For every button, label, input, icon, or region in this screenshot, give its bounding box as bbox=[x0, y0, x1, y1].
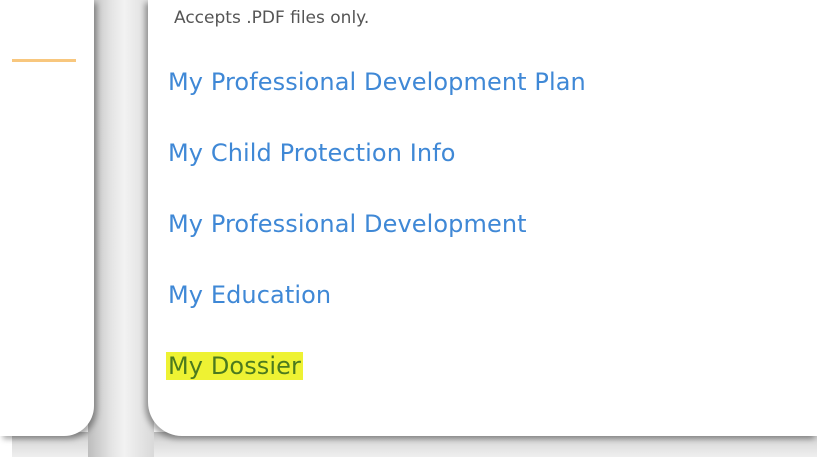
left-panel-accent-line bbox=[12, 59, 76, 62]
link-dossier[interactable]: My Dossier bbox=[166, 352, 304, 380]
link-professional-development[interactable]: My Professional Development bbox=[168, 210, 527, 238]
main-panel: Accepts .PDF files only. My Professional… bbox=[148, 0, 817, 436]
link-child-protection-info[interactable]: My Child Protection Info bbox=[168, 139, 456, 167]
link-professional-development-plan[interactable]: My Professional Development Plan bbox=[168, 68, 586, 96]
link-education[interactable]: My Education bbox=[168, 281, 331, 309]
panel-gutter bbox=[88, 0, 154, 457]
upload-file-type-note: Accepts .PDF files only. bbox=[174, 8, 370, 28]
left-panel bbox=[0, 0, 94, 436]
